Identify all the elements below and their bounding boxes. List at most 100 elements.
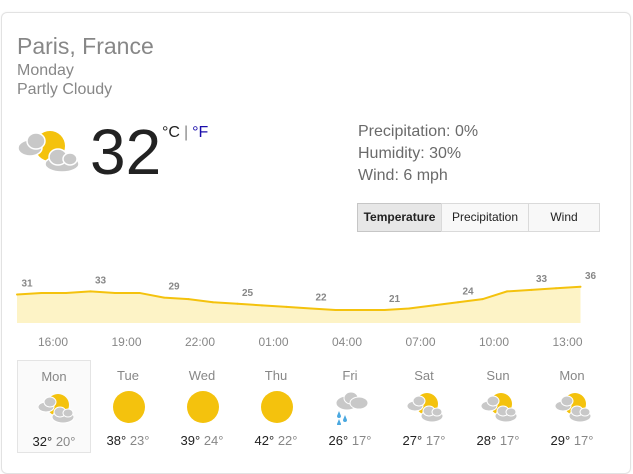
forecast-day[interactable]: Thu 42° 22°	[239, 360, 313, 453]
sunny-icon	[261, 391, 293, 423]
partly-cloudy-icon	[481, 393, 517, 423]
chart-tick-label: 07:00	[405, 335, 435, 349]
chart-data-label: 31	[21, 279, 33, 290]
forecast-low: 22°	[277, 433, 298, 448]
current-temperature: 32	[90, 116, 162, 188]
chart-data-label: 33	[95, 275, 107, 286]
partly-cloudy-icon	[38, 394, 74, 424]
forecast-day-name: Mon	[41, 369, 67, 384]
chart-tick-label: 01:00	[258, 335, 288, 349]
current-condition: Partly Cloudy	[17, 81, 113, 98]
forecast-temps: 39° 24°	[165, 433, 239, 448]
forecast-high: 29°	[550, 433, 571, 448]
rain-icon	[335, 391, 369, 425]
chart-point	[310, 307, 312, 310]
forecast-day[interactable]: Sat 27° 17°	[387, 360, 461, 453]
chart-point	[530, 288, 533, 291]
chart-point	[187, 298, 190, 301]
chart-point	[138, 291, 141, 294]
forecast-day[interactable]: Mon 32° 20°	[17, 360, 91, 453]
wind-stat: Wind: 6 mph	[358, 167, 448, 184]
chart-tick-label: 19:00	[111, 335, 141, 349]
chart-data-label: 33	[536, 274, 548, 285]
forecast-high: 38°	[106, 433, 127, 448]
temperature-chart: 31 33 29 25 22 21 24 33 36 16:00 19:00 22:00 01:00 04…	[16, 271, 597, 349]
forecast-high: 28°	[476, 433, 497, 448]
forecast-day-name: Mon	[559, 368, 585, 383]
forecast-day[interactable]: Wed 39° 24°	[165, 360, 239, 453]
tab-precipitation[interactable]: Precipitation	[441, 203, 529, 232]
chart-tabs: Temperature Precipitation Wind	[357, 203, 600, 232]
forecast-low: 17°	[499, 433, 520, 448]
forecast-high: 26°	[328, 433, 349, 448]
unit-separator: |	[183, 124, 189, 141]
forecast-low: 17°	[351, 433, 372, 448]
forecast-temps: 26° 17°	[313, 433, 387, 448]
unit-toggle: °C | °F	[162, 124, 208, 142]
daily-forecast: Mon 32° 20° Tue 38° 23° Wed 39° 24° Thu 42° 22°…	[17, 360, 609, 453]
forecast-day-name: Wed	[188, 368, 216, 383]
chart-point	[163, 296, 165, 299]
forecast-temps: 38° 23°	[91, 433, 165, 448]
forecast-day[interactable]: Sun 28° 17°	[461, 360, 535, 453]
forecast-low: 20°	[55, 434, 76, 449]
chart-data-label: 21	[389, 294, 401, 305]
partly-cloudy-icon	[407, 393, 443, 423]
forecast-high: 27°	[402, 433, 423, 448]
forecast-high: 39°	[180, 433, 201, 448]
forecast-day-name: Sat	[414, 368, 434, 383]
unit-celsius-button[interactable]: °C	[162, 124, 180, 141]
chart-point	[236, 302, 239, 305]
precipitation-stat: Precipitation: 0%	[358, 123, 479, 140]
chart-point	[261, 304, 263, 307]
forecast-day-name: Fri	[342, 368, 358, 383]
forecast-low: 24°	[203, 433, 224, 448]
chart-point	[457, 301, 459, 304]
unit-fahrenheit-button[interactable]: °F	[192, 124, 208, 141]
chart-tick-label: 22:00	[185, 335, 215, 349]
forecast-day[interactable]: Fri 26° 17°	[313, 360, 387, 453]
forecast-low: 17°	[425, 433, 446, 448]
chart-point	[555, 287, 557, 290]
partly-cloudy-icon	[555, 393, 591, 423]
partly-cloudy-icon	[17, 131, 80, 173]
chart-data-label: 36	[585, 271, 597, 282]
chart-point	[481, 298, 484, 301]
forecast-high: 32°	[32, 434, 53, 449]
forecast-day-name: Thu	[264, 368, 288, 383]
sunny-icon	[113, 391, 145, 423]
chart-tick-label: 16:00	[38, 335, 68, 349]
sunny-icon	[187, 391, 219, 423]
forecast-day[interactable]: Tue 38° 23°	[91, 360, 165, 453]
chart-tick-label: 13:00	[552, 335, 582, 349]
forecast-temps: 29° 17°	[535, 433, 609, 448]
chart-tick-label: 10:00	[479, 335, 509, 349]
humidity-stat: Humidity: 30%	[358, 145, 462, 162]
forecast-day[interactable]: Mon 29° 17°	[535, 360, 609, 453]
weather-stats: Precipitation: 0% Humidity: 30% Wind: 6 …	[358, 121, 478, 187]
forecast-low: 23°	[129, 433, 150, 448]
chart-data-label: 29	[168, 282, 180, 293]
forecast-day-name: Sun	[486, 368, 510, 383]
chart-point	[40, 291, 43, 294]
chart-point	[334, 309, 337, 311]
forecast-temps: 28° 17°	[461, 433, 535, 448]
chart-point	[212, 301, 214, 304]
chart-data-label: 22	[315, 292, 327, 303]
forecast-low: 17°	[573, 433, 594, 448]
chart-tick-label: 04:00	[332, 335, 362, 349]
tab-wind[interactable]: Wind	[528, 203, 600, 232]
chart-data-label: 25	[242, 288, 254, 299]
forecast-temps: 27° 17°	[387, 433, 461, 448]
forecast-high: 42°	[254, 433, 275, 448]
tab-temperature[interactable]: Temperature	[357, 203, 442, 232]
chart-point	[408, 307, 410, 310]
chart-point	[506, 290, 508, 293]
chart-point	[114, 291, 116, 294]
chart-data-label: 24	[462, 286, 474, 297]
chart-point	[285, 305, 288, 308]
forecast-temps: 32° 20°	[18, 434, 90, 449]
chart-point	[65, 291, 67, 294]
chart-point	[579, 285, 582, 288]
forecast-day-name: Tue	[117, 368, 139, 383]
